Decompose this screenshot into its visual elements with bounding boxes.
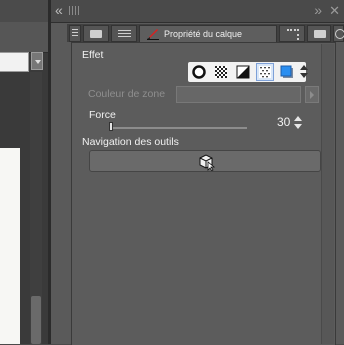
sliders-icon — [118, 30, 131, 38]
grip-icon[interactable] — [69, 6, 79, 15]
couleur-de-zone-label: Couleur de zone — [88, 88, 166, 100]
brush-settings-icon — [287, 29, 299, 40]
tab-layer[interactable] — [83, 25, 109, 42]
couleur-de-zone-field — [176, 86, 301, 103]
left-dropdown-arrow-button[interactable] — [31, 52, 43, 70]
left-scrollbar-thumb[interactable] — [31, 296, 41, 344]
menu-icon — [72, 29, 78, 37]
tab-more[interactable] — [333, 25, 344, 42]
circle-icon — [335, 29, 344, 39]
double-chevron-right-icon[interactable]: » — [314, 2, 322, 18]
double-chevron-left-icon[interactable]: « — [55, 2, 63, 18]
panel-header: « » ✕ — [51, 0, 344, 23]
force-value[interactable]: 30 — [277, 115, 290, 129]
effet-title: Effet — [82, 49, 104, 61]
tab-layer-property[interactable]: Propriété du calque — [139, 25, 277, 43]
brush-icon — [147, 29, 159, 40]
effect-buttons-row — [188, 62, 308, 82]
panel-scrollbar[interactable] — [321, 44, 334, 344]
force-spinner-icon[interactable] — [293, 116, 302, 130]
navigation-title: Navigation des outils — [82, 136, 179, 148]
navigation-button[interactable] — [89, 150, 321, 172]
force-slider-handle[interactable] — [109, 122, 113, 131]
left-toolbar-strip — [0, 22, 48, 53]
tab-settings[interactable] — [111, 25, 137, 42]
tab-layer-property-label: Propriété du calque — [164, 29, 243, 39]
tab-menu[interactable] — [69, 25, 81, 42]
tab-navigator[interactable] — [307, 25, 331, 42]
drawing-canvas[interactable] — [0, 148, 20, 344]
layer-icon — [90, 30, 102, 38]
effect-circle-button[interactable] — [190, 63, 208, 81]
panel-tab-bar: Propriété du calque — [67, 24, 344, 43]
circle-outline-icon — [192, 65, 206, 79]
effect-tone-button[interactable] — [256, 63, 274, 81]
tab-brush-settings[interactable] — [279, 25, 305, 42]
couleur-de-zone-arrow-button — [305, 86, 319, 103]
force-label: Force — [89, 109, 116, 121]
close-icon[interactable]: ✕ — [329, 3, 340, 19]
effect-diagonal-button[interactable] — [234, 63, 252, 81]
effect-spinner-icon[interactable] — [299, 65, 308, 79]
tone-dots-icon — [259, 66, 271, 78]
effect-layer-color-button[interactable] — [278, 63, 296, 81]
left-top-bar — [0, 0, 48, 23]
checker-pattern-icon — [215, 66, 227, 78]
navigator-icon — [314, 30, 326, 38]
force-slider-track[interactable] — [111, 127, 247, 129]
layer-color-icon — [280, 65, 293, 78]
left-dropdown-field[interactable] — [0, 52, 29, 72]
cube-cursor-icon — [199, 154, 216, 171]
effect-checker-button[interactable] — [212, 63, 230, 81]
diagonal-split-icon — [236, 65, 250, 79]
